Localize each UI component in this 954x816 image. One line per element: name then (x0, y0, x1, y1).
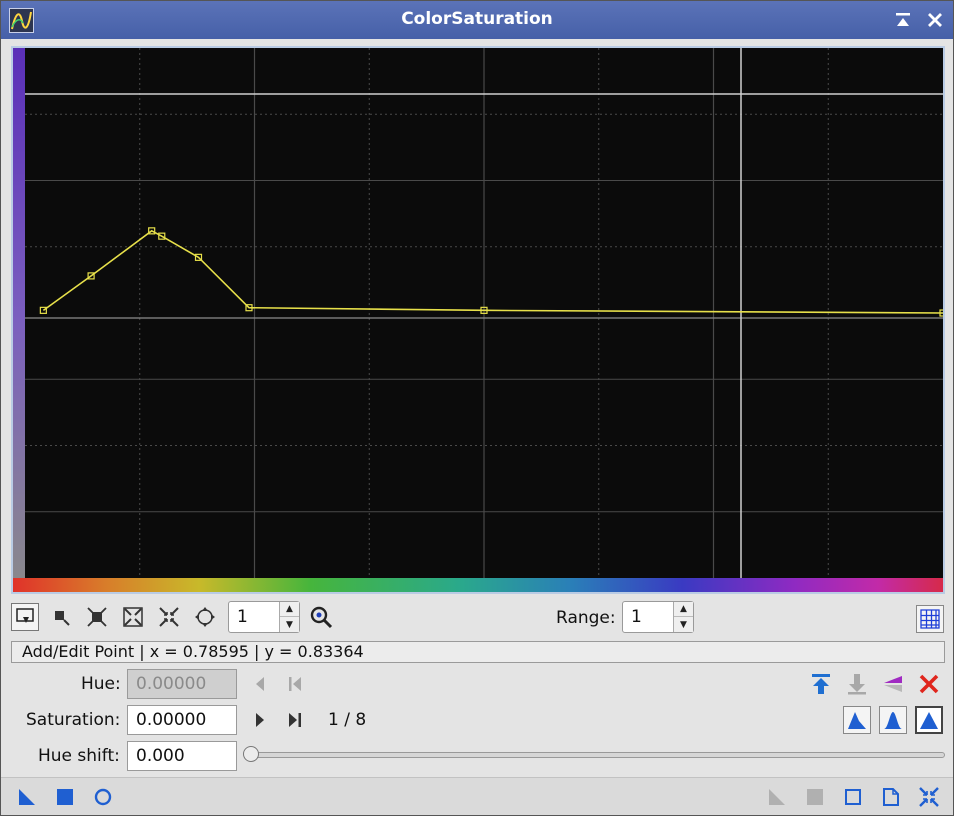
magnifier-icon[interactable] (307, 603, 335, 631)
hue-label: Hue: (81, 674, 121, 694)
previous-point-icon (246, 670, 274, 698)
curve-toolbar: 1 ▲ ▼ Range: 1 ▲ ▼ (1, 599, 953, 637)
hue-shift-field[interactable]: 0.000 (127, 741, 237, 771)
zoom-value: 1 (237, 607, 248, 627)
real-time-preview-icon (763, 783, 791, 811)
title-bar[interactable]: ColorSaturation (1, 1, 953, 39)
next-point-icon[interactable] (246, 706, 274, 734)
hue-shift-slider[interactable] (245, 752, 945, 758)
status-line: Add/Edit Point | x = 0.78595 | y = 0.833… (11, 641, 945, 663)
hue-scale (13, 578, 943, 592)
first-point-icon (281, 670, 309, 698)
colorsaturation-window: ColorSaturation 1 ▲ ▼ Range: 1 ▲ ▼ Add/E… (0, 0, 954, 816)
saturation-scale (13, 48, 25, 592)
hue-field: 0.00000 (127, 669, 237, 699)
add-edit-point-icon[interactable] (11, 603, 39, 631)
zoom-spinbox[interactable]: 1 ▲ ▼ (228, 601, 300, 633)
edit-instance-icon[interactable] (877, 783, 905, 811)
delete-point-icon[interactable] (83, 603, 111, 631)
execute-icon (801, 783, 829, 811)
range-spinbox[interactable]: 1 ▲ ▼ (622, 601, 694, 633)
range-value: 1 (631, 607, 642, 627)
apply-global-icon[interactable] (89, 783, 117, 811)
grid-icon[interactable] (916, 605, 944, 633)
apply-icon[interactable] (51, 783, 79, 811)
zoom-in-icon[interactable] (119, 603, 147, 631)
select-point-icon[interactable] (47, 603, 75, 631)
shade-icon[interactable] (894, 11, 912, 29)
zoom-out-icon[interactable] (155, 603, 183, 631)
linear-interpolation-icon[interactable] (915, 706, 943, 734)
close-icon[interactable] (926, 11, 944, 29)
spin-down-icon[interactable]: ▼ (674, 617, 693, 632)
delete-curve-icon[interactable] (915, 670, 943, 698)
hue-shift-slider-handle[interactable] (243, 746, 259, 762)
akima-interpolation-icon[interactable] (843, 706, 871, 734)
curve-editor-frame (11, 46, 945, 594)
spin-down-icon[interactable]: ▼ (280, 617, 299, 632)
saturation-curve-graph[interactable] (13, 48, 943, 592)
range-label: Range: (556, 608, 616, 628)
last-point-icon[interactable] (281, 706, 309, 734)
point-counter: 1 / 8 (328, 710, 367, 730)
browse-documentation-icon[interactable] (839, 783, 867, 811)
hue-shift-label: Hue shift: (38, 746, 120, 766)
saturation-label: Saturation: (26, 710, 121, 730)
window-title: ColorSaturation (401, 9, 553, 29)
reset-icon[interactable] (915, 783, 943, 811)
reset-all-icon[interactable] (807, 670, 835, 698)
store-icon (843, 670, 871, 698)
process-control-bar (1, 777, 953, 815)
new-instance-icon[interactable] (13, 783, 41, 811)
saturation-curve (42, 229, 943, 314)
pan-icon[interactable] (191, 603, 219, 631)
saturation-field[interactable]: 0.00000 (127, 705, 237, 735)
cubic-spline-icon[interactable] (879, 706, 907, 734)
invert-curve-icon[interactable] (879, 670, 907, 698)
